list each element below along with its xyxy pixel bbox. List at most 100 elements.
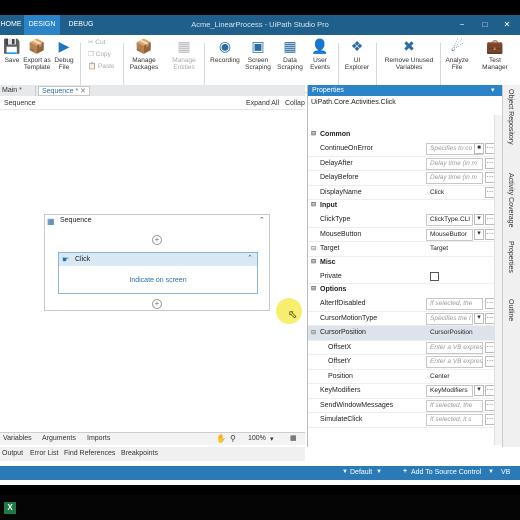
- object-repository-tab[interactable]: Object Repository: [507, 89, 514, 145]
- property-value[interactable]: If selected, the: [426, 298, 483, 310]
- property-value[interactable]: Enter a VB expres: [426, 356, 483, 368]
- property-value[interactable]: Specifies the t: [426, 312, 473, 325]
- tab-sequence[interactable]: Sequence * ✕: [38, 86, 90, 96]
- branch-selector[interactable]: Default: [350, 469, 372, 476]
- copy-button[interactable]: ❐ Copy: [88, 51, 120, 58]
- properties-scrollbar[interactable]: [494, 115, 502, 445]
- property-section[interactable]: ⊟ Misc: [308, 256, 503, 269]
- add-activity-icon[interactable]: +: [152, 235, 162, 245]
- dropdown-icon[interactable]: ▾: [474, 214, 484, 225]
- user-events-button[interactable]: 👤 User Events: [306, 38, 334, 71]
- add-to-source-control[interactable]: Add To Source Control: [411, 469, 481, 476]
- property-name: DelayAfter: [320, 159, 353, 167]
- properties-side-tab[interactable]: Properties: [507, 241, 514, 273]
- checkbox-icon[interactable]: ■: [474, 143, 484, 154]
- dropdown-icon[interactable]: ▾: [474, 385, 484, 396]
- test-manager-label: Test Manager: [482, 57, 508, 71]
- property-row: ⊟ CursorPosition CursorPosition: [308, 326, 503, 341]
- fit-screen-icon[interactable]: ▦: [290, 434, 297, 442]
- collapse-link[interactable]: Collap: [285, 100, 305, 107]
- outline-tab[interactable]: Outline: [507, 299, 514, 321]
- find-references-tab[interactable]: Find References: [64, 450, 115, 457]
- screen-scraping-button[interactable]: ▣ Screen Scraping: [244, 38, 272, 71]
- collapse-sequence-icon[interactable]: ⌃: [259, 216, 265, 224]
- pin-icon[interactable]: ▾: [491, 86, 495, 94]
- tab-debug[interactable]: DEBUG: [62, 15, 100, 35]
- property-section[interactable]: ⊟ Options: [308, 284, 503, 296]
- user-events-label: User Events: [310, 57, 330, 71]
- indicate-on-screen-link[interactable]: Indicate on screen: [59, 277, 257, 284]
- data-scraping-button[interactable]: ▦ Data Scraping: [276, 38, 304, 71]
- property-name: ClickType: [320, 216, 351, 223]
- tab-design[interactable]: DESIGN: [24, 15, 60, 35]
- zoom-level[interactable]: 100%: [248, 435, 266, 442]
- zoom-dropdown-icon[interactable]: ▾: [270, 435, 274, 443]
- section-toggle-icon[interactable]: ⊟: [311, 258, 316, 265]
- debug-label: Debug File: [54, 57, 74, 71]
- property-value[interactable]: If selected, the: [426, 399, 483, 412]
- property-value[interactable]: Enter a VB expres: [426, 341, 483, 354]
- arguments-tab[interactable]: Arguments: [42, 435, 76, 442]
- manage-entities-button[interactable]: ▦ Manage Entities: [168, 38, 200, 71]
- dropdown-icon[interactable]: ▾: [474, 228, 484, 240]
- pan-hand-icon[interactable]: ✋: [216, 434, 226, 443]
- breakpoints-tab[interactable]: Breakpoints: [121, 450, 158, 457]
- property-section[interactable]: ⊟ Input: [308, 200, 503, 212]
- close-button[interactable]: ✕: [500, 15, 514, 35]
- test-manager-button[interactable]: 💼 Test Manager: [478, 38, 512, 71]
- property-value[interactable]: Target: [426, 243, 483, 255]
- maximize-button[interactable]: □: [478, 15, 492, 35]
- output-tab[interactable]: Output: [2, 450, 23, 457]
- click-activity[interactable]: ☛ Click ⌃ Indicate on screen: [58, 252, 258, 294]
- sequence-activity[interactable]: ▦ Sequence ⌃ + ☛ Click ⌃ Indicate on scr…: [44, 214, 270, 311]
- tab-home[interactable]: HOME: [0, 15, 22, 35]
- property-value[interactable]: KeyModifiers: [426, 385, 473, 397]
- breadcrumb-bar: Sequence Expand All Collap: [0, 98, 305, 110]
- dropdown-icon[interactable]: ▾: [474, 312, 484, 324]
- analyze-file-button[interactable]: ☄ Analyze File: [443, 38, 471, 71]
- manage-packages-button[interactable]: 📦 Manage Packages: [128, 38, 160, 71]
- property-value[interactable]: Delay time (in m: [426, 157, 483, 170]
- property-value[interactable]: If selected, it s: [426, 414, 483, 426]
- branch-dropdown-icon[interactable]: ▼: [376, 469, 382, 475]
- section-label: Common: [320, 131, 351, 138]
- designer-canvas[interactable]: ▦ Sequence ⌃ + ☛ Click ⌃ Indicate on scr…: [0, 110, 305, 440]
- recording-button[interactable]: ◉ Recording: [208, 38, 242, 64]
- export-template-button[interactable]: 📦 Export as Template: [22, 38, 52, 71]
- close-tab-icon[interactable]: ✕: [80, 87, 86, 97]
- variables-tab[interactable]: Variables: [3, 435, 32, 442]
- error-list-tab[interactable]: Error List: [30, 450, 58, 457]
- breadcrumb[interactable]: Sequence: [4, 100, 36, 107]
- property-name: OffsetX: [328, 343, 352, 351]
- section-toggle-icon[interactable]: ⊟: [311, 285, 316, 292]
- expand-property-icon[interactable]: ⊟: [311, 329, 316, 336]
- property-checkbox[interactable]: [430, 271, 439, 281]
- add-activity-icon[interactable]: +: [152, 299, 162, 309]
- section-toggle-icon[interactable]: ⊟: [311, 130, 316, 137]
- property-value[interactable]: Delay time (in m: [426, 172, 483, 184]
- expand-all-link[interactable]: Expand All: [246, 100, 279, 107]
- property-value[interactable]: CursorPosition: [426, 327, 483, 339]
- zoom-search-icon[interactable]: ⚲: [230, 434, 236, 443]
- source-control-dropdown-icon[interactable]: ▼: [488, 469, 494, 475]
- paste-button[interactable]: 📋 Paste: [88, 63, 120, 70]
- property-value[interactable]: ClickType.CLI: [426, 214, 473, 226]
- section-toggle-icon[interactable]: ⊟: [311, 201, 316, 208]
- property-value[interactable]: MouseButtor: [426, 228, 473, 241]
- excel-icon[interactable]: X: [4, 502, 16, 514]
- collapse-click-icon[interactable]: ⌃: [247, 254, 253, 262]
- tab-main[interactable]: Main *: [2, 86, 36, 96]
- minimize-button[interactable]: −: [455, 15, 469, 35]
- property-value[interactable]: Click: [426, 187, 483, 199]
- remove-unused-variables-button[interactable]: ✖ Remove Unused Variables: [380, 38, 438, 71]
- ui-explorer-button[interactable]: ❖ UI Explorer: [342, 38, 372, 71]
- activity-coverage-tab[interactable]: Activity Coverage: [507, 173, 514, 227]
- imports-tab[interactable]: Imports: [87, 435, 110, 442]
- property-value[interactable]: Center: [426, 371, 483, 383]
- property-section[interactable]: ⊟ Common: [308, 129, 503, 141]
- expand-property-icon[interactable]: ⊟: [311, 245, 316, 252]
- cut-button[interactable]: ✂ Cut: [88, 39, 120, 46]
- property-row: SimulateClick If selected, it s…: [308, 413, 503, 428]
- save-button[interactable]: 💾 Save: [2, 38, 22, 64]
- debug-file-button[interactable]: ▶ Debug File: [53, 38, 75, 71]
